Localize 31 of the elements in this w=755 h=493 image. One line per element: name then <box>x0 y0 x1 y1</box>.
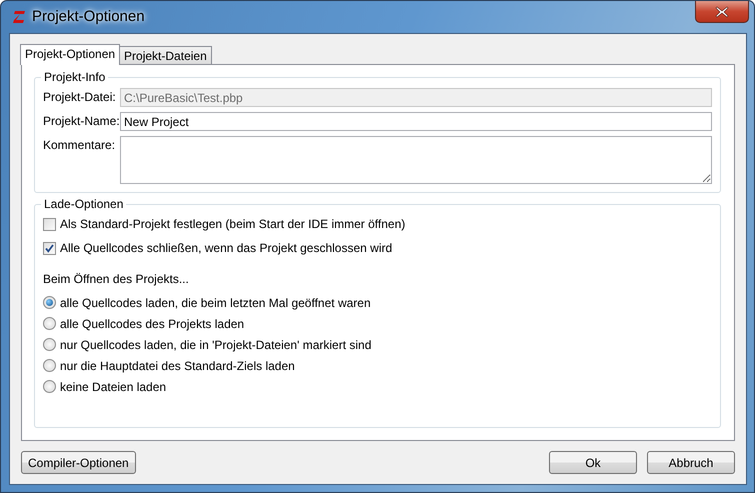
dialog-button[interactable]: Abbruch <box>647 451 735 474</box>
radio-label: alle Quellcodes des Projekts laden <box>60 316 244 332</box>
tab[interactable]: Projekt-Dateien <box>119 46 212 64</box>
checkbox[interactable] <box>43 242 56 254</box>
window-title: Projekt-Optionen <box>32 6 145 27</box>
radio-button[interactable] <box>43 317 56 330</box>
group-label: Lade-Optionen <box>41 197 126 211</box>
checkbox-label: Alle Quellcodes schließen, wenn das Projekt geschlossen wird <box>60 240 392 257</box>
radio-button[interactable] <box>43 359 56 372</box>
section-heading: Beim Öffnen des Projekts... <box>43 271 190 288</box>
compiler-options-button[interactable]: Compiler-Optionen <box>21 451 136 474</box>
checkbox[interactable] <box>43 218 56 230</box>
dialog-button[interactable]: Ok <box>549 451 637 474</box>
comment-field[interactable] <box>120 136 712 184</box>
field-label: Projekt-Datei: <box>43 89 117 106</box>
radio-button[interactable] <box>43 338 56 351</box>
radio-button[interactable] <box>43 296 56 309</box>
radio-label: keine Dateien laden <box>60 378 166 396</box>
field-label: Kommentare: <box>43 137 116 154</box>
group-label: Projekt-Info <box>41 70 108 84</box>
text-field[interactable]: New Project <box>120 112 712 131</box>
tab[interactable]: Projekt-Optionen <box>20 44 120 65</box>
radio-button[interactable] <box>43 380 56 393</box>
app-logo-icon <box>12 10 26 24</box>
field-label: Projekt-Name: <box>43 113 120 130</box>
close-icon <box>715 6 729 18</box>
close-button[interactable] <box>695 1 749 23</box>
radio-label: alle Quellcodes laden, die beim letzten Mal geöffnet waren <box>60 294 371 312</box>
checkbox-label: Als Standard-Projekt festlegen (beim Start der IDE immer öffnen) <box>60 216 406 233</box>
radio-label: nur die Hauptdatei des Standard-Ziels laden <box>60 358 295 374</box>
radio-label: nur Quellcodes laden, die in 'Projekt-Dateien' markiert sind <box>60 336 372 354</box>
